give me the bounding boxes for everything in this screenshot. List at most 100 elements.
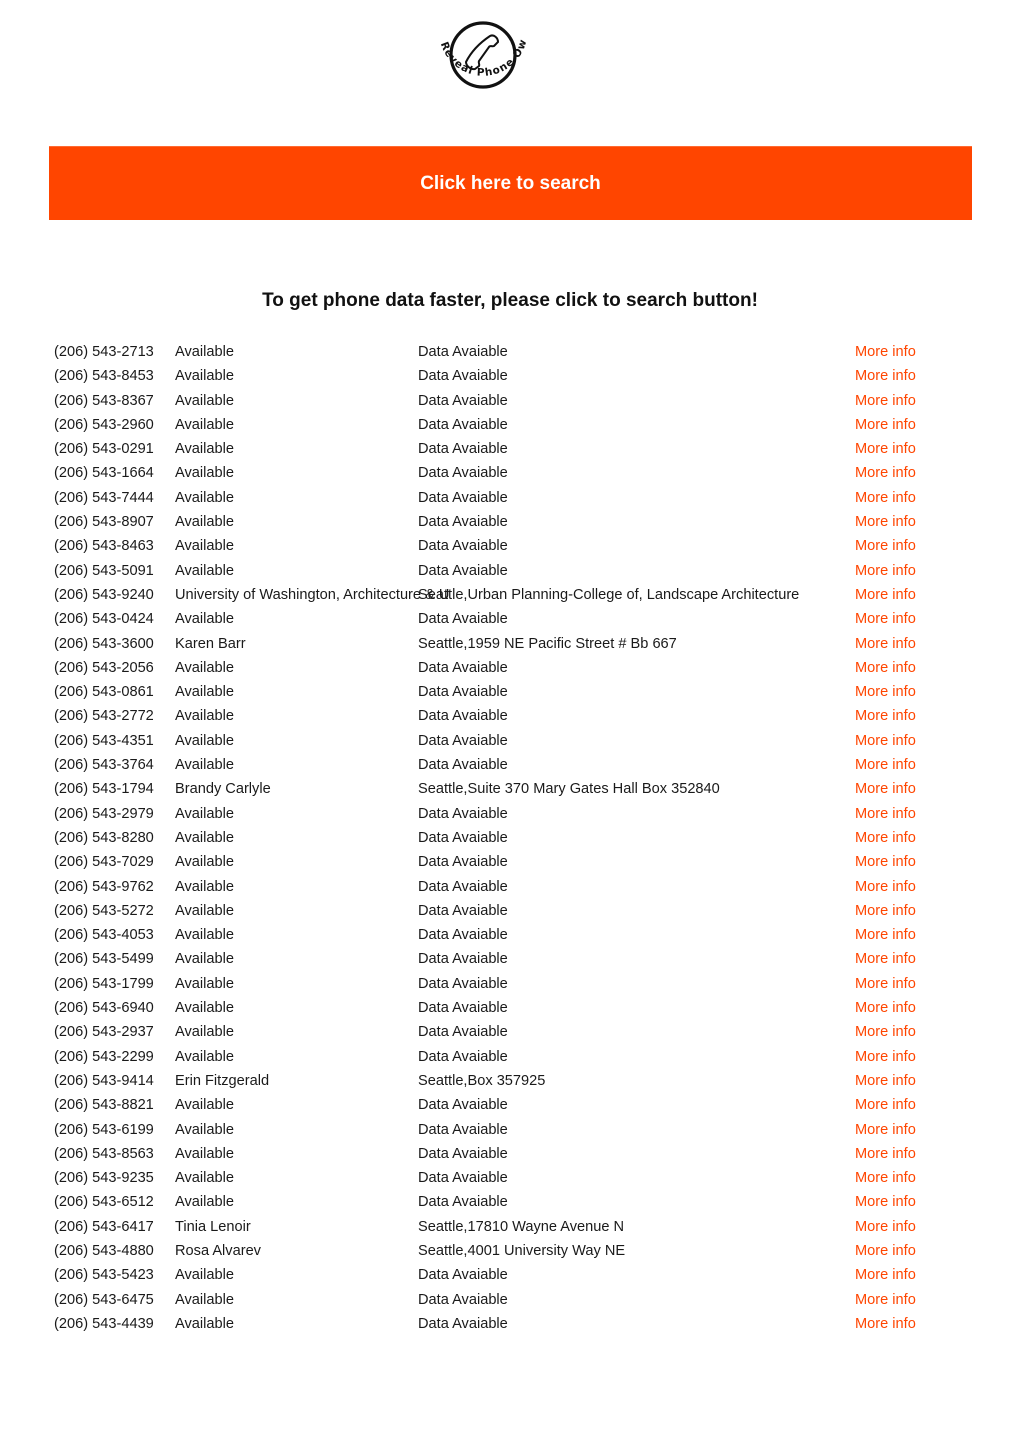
more-info-link[interactable]: More info bbox=[855, 1263, 916, 1287]
owner-address: Data Avaiable bbox=[418, 514, 508, 531]
listing-row: (206) 543-5423 Available Data Avaiable More… bbox=[0, 1263, 1020, 1287]
more-info-link[interactable]: More info bbox=[855, 1239, 916, 1263]
owner-address: Data Avaiable bbox=[418, 1145, 508, 1162]
listing-row: (206) 543-8907 Available Data Avaiable More… bbox=[0, 510, 1020, 534]
phone-number: (206) 543-6417 bbox=[54, 1218, 154, 1235]
more-info-link[interactable]: More info bbox=[855, 559, 916, 583]
more-info-link[interactable]: More info bbox=[855, 972, 916, 996]
more-info-link[interactable]: More info bbox=[855, 777, 916, 801]
owner-address: Data Avaiable bbox=[418, 854, 508, 871]
owner-name: Available bbox=[175, 1000, 234, 1017]
phone-number: (206) 543-1664 bbox=[54, 465, 154, 482]
owner-name: Available bbox=[175, 611, 234, 628]
phone-number: (206) 543-8463 bbox=[54, 538, 154, 555]
phone-number: (206) 543-7029 bbox=[54, 854, 154, 871]
more-info-link[interactable]: More info bbox=[855, 996, 916, 1020]
more-info-link[interactable]: More info bbox=[855, 389, 916, 413]
owner-address: Data Avaiable bbox=[418, 1121, 508, 1138]
more-info-link[interactable]: More info bbox=[855, 899, 916, 923]
more-info-link[interactable]: More info bbox=[855, 1093, 916, 1117]
phone-number: (206) 543-8821 bbox=[54, 1097, 154, 1114]
more-info-link[interactable]: More info bbox=[855, 364, 916, 388]
more-info-link[interactable]: More info bbox=[855, 729, 916, 753]
listing-row: (206) 543-5272 Available Data Avaiable More… bbox=[0, 899, 1020, 923]
owner-name: Available bbox=[175, 732, 234, 749]
more-info-link[interactable]: More info bbox=[855, 802, 916, 826]
owner-name: Available bbox=[175, 465, 234, 482]
phone-number: (206) 543-8367 bbox=[54, 392, 154, 409]
search-button[interactable]: Click here to search bbox=[49, 146, 972, 220]
more-info-link[interactable]: More info bbox=[855, 1069, 916, 1093]
more-info-link[interactable]: More info bbox=[855, 875, 916, 899]
more-info-link[interactable]: More info bbox=[855, 1166, 916, 1190]
owner-address: Data Avaiable bbox=[418, 1097, 508, 1114]
more-info-link[interactable]: More info bbox=[855, 753, 916, 777]
phone-number: (206) 543-5091 bbox=[54, 562, 154, 579]
more-info-link[interactable]: More info bbox=[855, 632, 916, 656]
more-info-link[interactable]: More info bbox=[855, 583, 916, 607]
phone-number: (206) 543-0424 bbox=[54, 611, 154, 628]
owner-address: Data Avaiable bbox=[418, 538, 508, 555]
phone-number: (206) 543-2772 bbox=[54, 708, 154, 725]
reveal-phone-owner-logo: Reveal Phone Owner bbox=[422, 5, 538, 106]
more-info-link[interactable]: More info bbox=[855, 461, 916, 485]
listing-row: (206) 543-2713 Available Data Avaiable More… bbox=[0, 340, 1020, 364]
phone-number: (206) 543-4053 bbox=[54, 927, 154, 944]
owner-name: Available bbox=[175, 1291, 234, 1308]
phone-number: (206) 543-4351 bbox=[54, 732, 154, 749]
more-info-link[interactable]: More info bbox=[855, 1118, 916, 1142]
more-info-link[interactable]: More info bbox=[855, 1288, 916, 1312]
owner-name: Available bbox=[175, 659, 234, 676]
page-headline: To get phone data faster, please click t… bbox=[262, 290, 758, 311]
more-info-link[interactable]: More info bbox=[855, 340, 916, 364]
more-info-link[interactable]: More info bbox=[855, 1312, 916, 1336]
more-info-link[interactable]: More info bbox=[855, 947, 916, 971]
listing-row: (206) 543-9414 Erin Fitzgerald Seattle,Box… bbox=[0, 1069, 1020, 1093]
phone-number: (206) 543-3600 bbox=[54, 635, 154, 652]
listing-row: (206) 543-4351 Available Data Avaiable More… bbox=[0, 729, 1020, 753]
owner-address: Data Avaiable bbox=[418, 344, 508, 360]
owner-address: Data Avaiable bbox=[418, 757, 508, 774]
more-info-link[interactable]: More info bbox=[855, 534, 916, 558]
more-info-link[interactable]: More info bbox=[855, 607, 916, 631]
owner-name: Available bbox=[175, 562, 234, 579]
more-info-link[interactable]: More info bbox=[855, 437, 916, 461]
owner-address: Seattle,Urban Planning-College of, Lands… bbox=[418, 586, 800, 603]
owner-address: Seattle,Suite 370 Mary Gates Hall Box 35… bbox=[418, 781, 720, 798]
search-button-label: Click here to search bbox=[420, 172, 601, 194]
more-info-link[interactable]: More info bbox=[855, 656, 916, 680]
listing-row: (206) 543-3764 Available Data Avaiable More… bbox=[0, 753, 1020, 777]
owner-name: Erin Fitzgerald bbox=[175, 1072, 270, 1089]
more-info-link[interactable]: More info bbox=[855, 1142, 916, 1166]
owner-address: Seattle,17810 Wayne Avenue N bbox=[418, 1218, 625, 1235]
more-info-link[interactable]: More info bbox=[855, 680, 916, 704]
listing-row: (206) 543-2299 Available Data Avaiable More… bbox=[0, 1045, 1020, 1069]
listing-row: (206) 543-8563 Available Data Avaiable More… bbox=[0, 1142, 1020, 1166]
owner-name: Available bbox=[175, 368, 234, 385]
listing-row: (206) 543-4439 Available Data Avaiable More… bbox=[0, 1312, 1020, 1336]
phone-number: (206) 543-9240 bbox=[54, 586, 154, 603]
owner-address: Data Avaiable bbox=[418, 1291, 508, 1308]
owner-name: Available bbox=[175, 902, 234, 919]
phone-number: (206) 543-0861 bbox=[54, 684, 154, 701]
more-info-link[interactable]: More info bbox=[855, 510, 916, 534]
more-info-link[interactable]: More info bbox=[855, 1045, 916, 1069]
more-info-link[interactable]: More info bbox=[855, 486, 916, 510]
more-info-link[interactable]: More info bbox=[855, 850, 916, 874]
owner-name: Available bbox=[175, 854, 234, 871]
more-info-link[interactable]: More info bbox=[855, 826, 916, 850]
owner-address: Data Avaiable bbox=[418, 1194, 508, 1211]
phone-number: (206) 543-7444 bbox=[54, 489, 154, 506]
phone-number: (206) 543-2056 bbox=[54, 659, 154, 676]
listing-row: (206) 543-2979 Available Data Avaiable More… bbox=[0, 802, 1020, 826]
more-info-link[interactable]: More info bbox=[855, 704, 916, 728]
more-info-link[interactable]: More info bbox=[855, 1020, 916, 1044]
phone-number: (206) 543-8453 bbox=[54, 368, 154, 385]
listing-row: (206) 543-3600 Karen Barr Seattle,1959 NE … bbox=[0, 632, 1020, 656]
phone-number: (206) 543-9235 bbox=[54, 1170, 154, 1187]
more-info-link[interactable]: More info bbox=[855, 413, 916, 437]
more-info-link[interactable]: More info bbox=[855, 1190, 916, 1214]
more-info-link[interactable]: More info bbox=[855, 1215, 916, 1239]
owner-name: Available bbox=[175, 1145, 234, 1162]
more-info-link[interactable]: More info bbox=[855, 923, 916, 947]
